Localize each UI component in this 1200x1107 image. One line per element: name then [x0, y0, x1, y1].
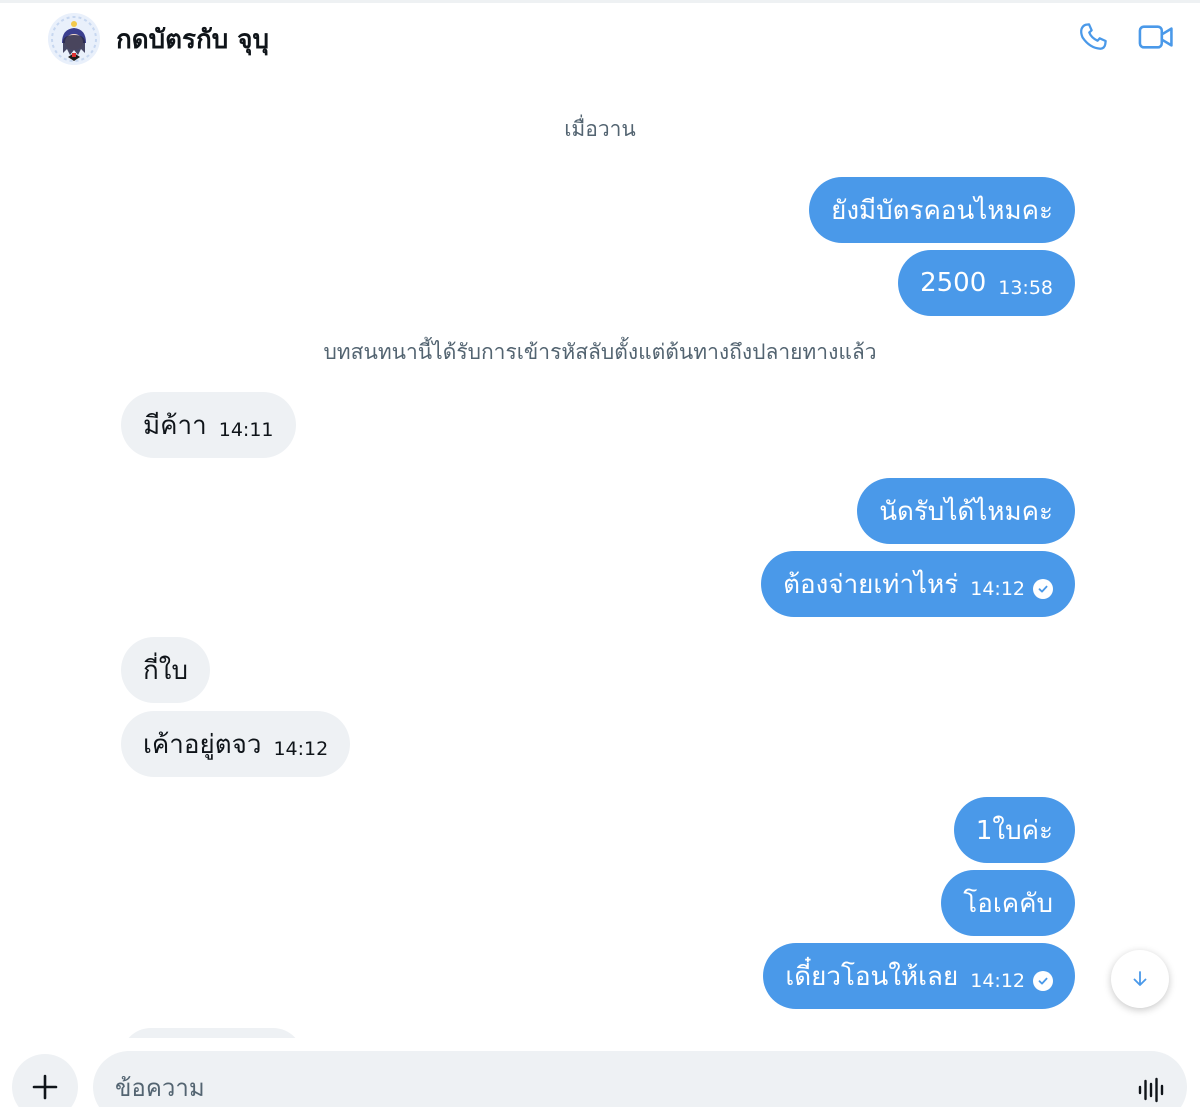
message-timestamp: 14:12: [970, 578, 1025, 600]
conversation-header: กดบัตรกับ จุบุ: [0, 3, 1200, 71]
avatar[interactable]: [48, 13, 100, 65]
message-text: มีค้าา: [143, 410, 207, 441]
message-text: โอเคคับ: [963, 888, 1053, 919]
message-bubble-outgoing[interactable]: เดี๋ยวโอนให้เลย 14:12: [763, 943, 1075, 1009]
message-text: เดี๋ยวโอนให้เลย: [785, 961, 959, 992]
video-call-button[interactable]: [1134, 17, 1178, 57]
message-bubble-incoming[interactable]: มีค้าา 14:11: [121, 392, 296, 458]
message-input[interactable]: [115, 1071, 1095, 1105]
message-bubble-outgoing[interactable]: 2500 13:58: [898, 250, 1075, 316]
add-attachment-button[interactable]: [12, 1054, 78, 1107]
voice-message-button[interactable]: [1133, 1073, 1169, 1107]
arrow-down-icon: [1133, 971, 1147, 986]
message-timestamp: 14:12: [970, 970, 1025, 992]
message-bubble-outgoing[interactable]: 1ใบค่ะ: [953, 797, 1075, 863]
voice-call-button[interactable]: [1071, 17, 1115, 57]
message-timestamp: 14:12: [273, 738, 329, 760]
message-timestamp: 13:58: [998, 277, 1053, 299]
message-text: ต้องจ่ายเท่าไหร่: [783, 569, 959, 600]
message-bubble-outgoing[interactable]: โอเคคับ: [941, 870, 1075, 936]
message-text: กี่ใบ: [143, 655, 188, 686]
message-timestamp: 14:11: [218, 419, 274, 441]
message-text: 2500: [920, 268, 987, 298]
message-text: เค้าอยู่ตจว: [143, 729, 262, 760]
message-bubble-outgoing[interactable]: ยังมีบัตรคอนไหมคะ: [809, 177, 1075, 243]
contact-name[interactable]: กดบัตรกับ จุบุ: [116, 19, 269, 60]
read-receipt-icon: [1033, 971, 1053, 991]
message-bubble-incoming[interactable]: กี่ใบ: [121, 637, 210, 703]
message-text: ยังมีบัตรคอนไหมคะ: [831, 195, 1053, 226]
day-separator: เมื่อวาน: [564, 117, 636, 141]
message-composer: [93, 1051, 1187, 1107]
video-camera-icon: [1138, 25, 1173, 49]
encryption-notice: บทสนทนานี้ได้รับการเข้ารหัสลับตั้งแต่ต้น…: [323, 340, 877, 364]
plus-icon: [32, 1074, 58, 1100]
dm-conversation-screen: กดบัตรกับ จุบุ เมื่อวาน ยังมีบัตรคอนไหมค…: [0, 0, 1200, 1107]
phone-icon: [1080, 23, 1107, 50]
scroll-to-bottom-button[interactable]: [1111, 950, 1169, 1008]
composer-backdrop: [0, 1038, 1200, 1052]
voice-waveform-icon: [1138, 1077, 1164, 1103]
message-bubble-incoming[interactable]: เค้าอยู่ตจว 14:12: [121, 711, 351, 777]
message-text: 1ใบค่ะ: [975, 815, 1053, 846]
message-text: นัดรับได้ไหมคะ: [879, 496, 1053, 527]
avatar-illustration-icon: [48, 13, 100, 65]
read-receipt-icon: [1033, 579, 1053, 599]
message-bubble-outgoing[interactable]: นัดรับได้ไหมคะ: [857, 478, 1075, 544]
message-bubble-outgoing[interactable]: ต้องจ่ายเท่าไหร่ 14:12: [761, 551, 1075, 617]
